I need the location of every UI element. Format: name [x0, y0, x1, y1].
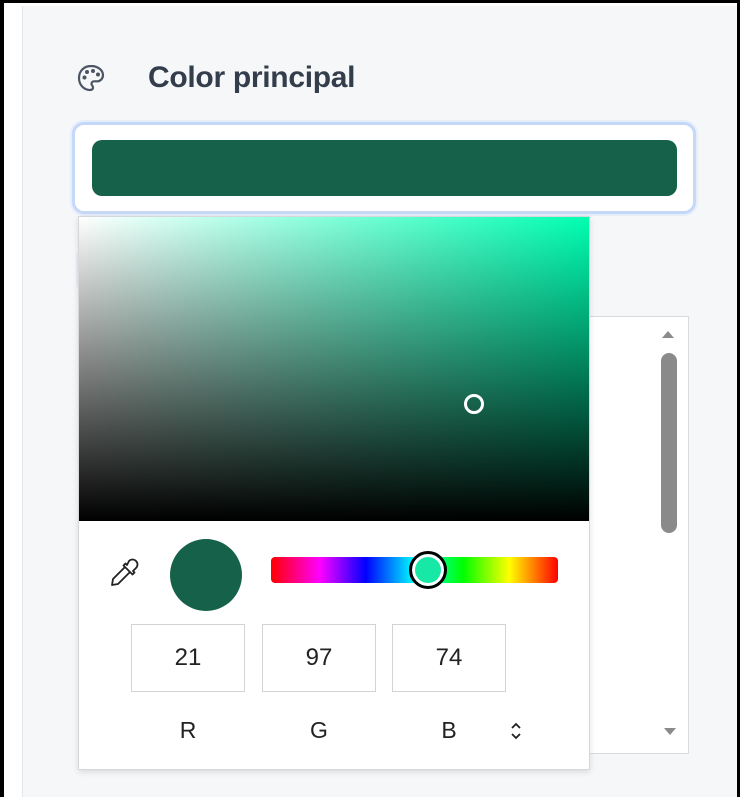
section-title: Color principal — [148, 61, 356, 94]
color-picker-popover: 21 97 74 R G B — [78, 216, 590, 770]
mode-toggle-icon[interactable] — [509, 720, 523, 742]
green-label: G — [310, 717, 328, 743]
color-input-field[interactable] — [72, 122, 696, 214]
scrollbar-thumb[interactable] — [661, 353, 677, 533]
green-input[interactable]: 97 — [262, 624, 376, 692]
scroll-up-arrow-icon[interactable] — [662, 331, 674, 338]
selected-color-swatch[interactable] — [92, 140, 677, 196]
red-input[interactable]: 21 — [131, 624, 245, 692]
red-label: R — [179, 717, 197, 743]
blue-input[interactable]: 74 — [392, 624, 506, 692]
saturation-value-cursor[interactable] — [464, 394, 484, 414]
hue-slider-thumb[interactable] — [409, 551, 447, 589]
palette-icon — [76, 63, 106, 93]
color-preview-circle — [170, 539, 242, 611]
blue-label: B — [441, 717, 457, 743]
scroll-down-arrow-icon[interactable] — [664, 728, 676, 735]
saturation-value-area[interactable] — [79, 217, 589, 521]
eyedropper-icon[interactable] — [107, 557, 141, 591]
section-header: Color principal — [76, 58, 355, 98]
